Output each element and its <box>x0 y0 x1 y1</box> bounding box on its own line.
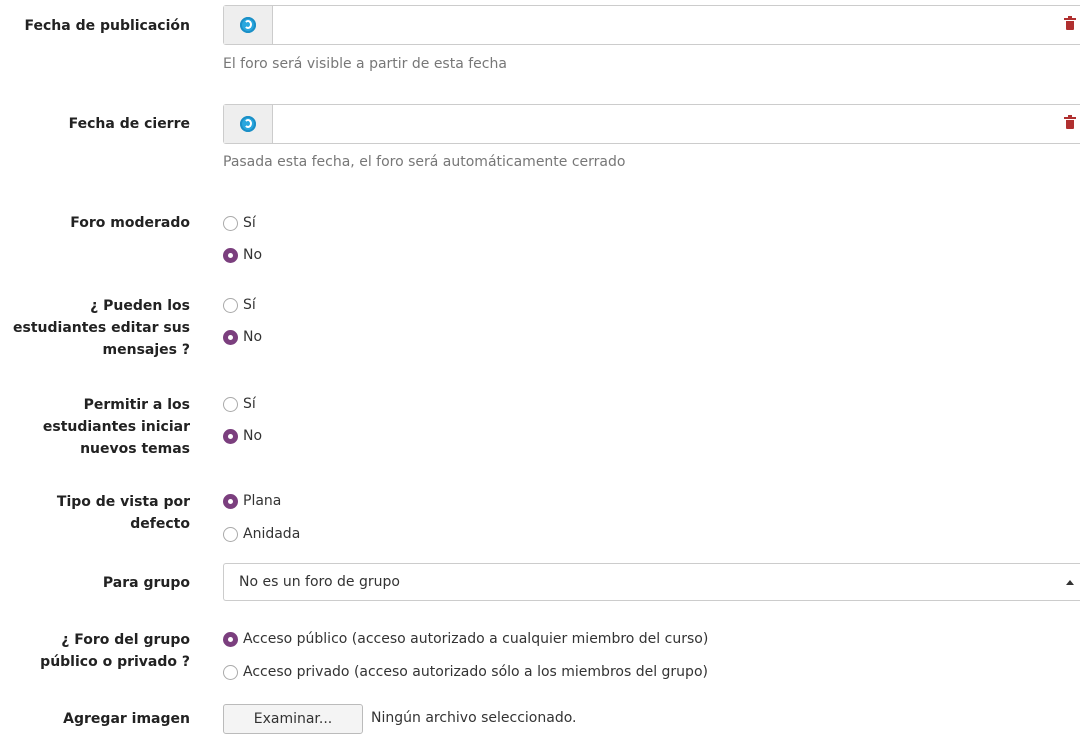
moderated-option-no[interactable]: No <box>223 245 262 265</box>
trash-icon[interactable] <box>1064 115 1076 129</box>
group-visibility-option-private-label: Acceso privado (acceso autorizado sólo a… <box>243 664 708 680</box>
group-visibility-option-public-label: Acceso público (acceso autorizado a cual… <box>243 631 709 647</box>
moderated-option-no-label: No <box>243 247 263 263</box>
radio-unchecked-icon[interactable] <box>223 664 238 680</box>
radio-unchecked-icon[interactable] <box>223 297 238 313</box>
globe-icon <box>240 116 256 132</box>
group-visibility-option-public[interactable]: Acceso público (acceso autorizado a cual… <box>223 629 708 649</box>
for-group-select-value: No es un foro de grupo <box>239 574 400 590</box>
publication-date-label: Fecha de publicación <box>24 18 190 34</box>
radio-unchecked-icon[interactable] <box>223 215 238 231</box>
moderated-option-yes-label: Sí <box>243 215 256 231</box>
publication-date-addon[interactable] <box>224 6 273 44</box>
globe-icon <box>240 17 256 33</box>
students-start-option-yes[interactable]: Sí <box>223 394 256 414</box>
students-edit-option-yes[interactable]: Sí <box>223 295 256 315</box>
students-start-option-no[interactable]: No <box>223 426 262 446</box>
radio-unchecked-icon[interactable] <box>223 396 238 412</box>
view-type-label: Tipo de vista por defecto <box>56 494 190 532</box>
radio-checked-icon[interactable] <box>223 329 238 345</box>
caret-up-icon <box>1066 580 1074 585</box>
students-edit-option-yes-label: Sí <box>243 297 256 313</box>
students-edit-option-no-label: No <box>243 329 263 345</box>
moderated-option-yes[interactable]: Sí <box>223 213 256 233</box>
file-status: Ningún archivo seleccionado. <box>371 710 577 726</box>
students-start-label: Permitir a los estudiantes iniciar nuevo… <box>42 397 190 457</box>
view-type-option-plana[interactable]: Plana <box>223 491 281 511</box>
radio-checked-icon[interactable] <box>223 493 238 509</box>
image-label: Agregar imagen <box>63 711 190 727</box>
group-visibility-label: ¿ Foro del grupo público o privado ? <box>40 632 190 670</box>
radio-unchecked-icon[interactable] <box>223 526 238 542</box>
view-type-option-plana-label: Plana <box>243 493 282 509</box>
group-visibility-option-private[interactable]: Acceso privado (acceso autorizado sólo a… <box>223 662 708 682</box>
view-type-option-anidada[interactable]: Anidada <box>223 524 300 544</box>
students-edit-option-no[interactable]: No <box>223 327 262 347</box>
trash-icon[interactable] <box>1064 16 1076 30</box>
closing-date-help: Pasada esta fecha, el foro será automáti… <box>223 154 626 170</box>
students-start-option-no-label: No <box>243 428 263 444</box>
radio-checked-icon[interactable] <box>223 428 238 444</box>
browse-button[interactable]: Examinar... <box>223 704 363 734</box>
for-group-select[interactable]: No es un foro de grupo <box>223 563 1080 601</box>
radio-checked-icon[interactable] <box>223 247 238 263</box>
publication-date-field[interactable] <box>223 5 1080 45</box>
radio-checked-icon[interactable] <box>223 631 238 647</box>
view-type-option-anidada-label: Anidada <box>243 526 301 542</box>
closing-date-label: Fecha de cierre <box>68 116 190 132</box>
students-start-option-yes-label: Sí <box>243 396 256 412</box>
closing-date-addon[interactable] <box>224 105 273 143</box>
closing-date-field[interactable] <box>223 104 1080 144</box>
students-edit-label: ¿ Pueden los estudiantes editar sus mens… <box>13 298 190 358</box>
publication-date-help: El foro será visible a partir de esta fe… <box>223 56 507 72</box>
moderated-label: Foro moderado <box>70 215 190 231</box>
for-group-label: Para grupo <box>102 575 190 591</box>
